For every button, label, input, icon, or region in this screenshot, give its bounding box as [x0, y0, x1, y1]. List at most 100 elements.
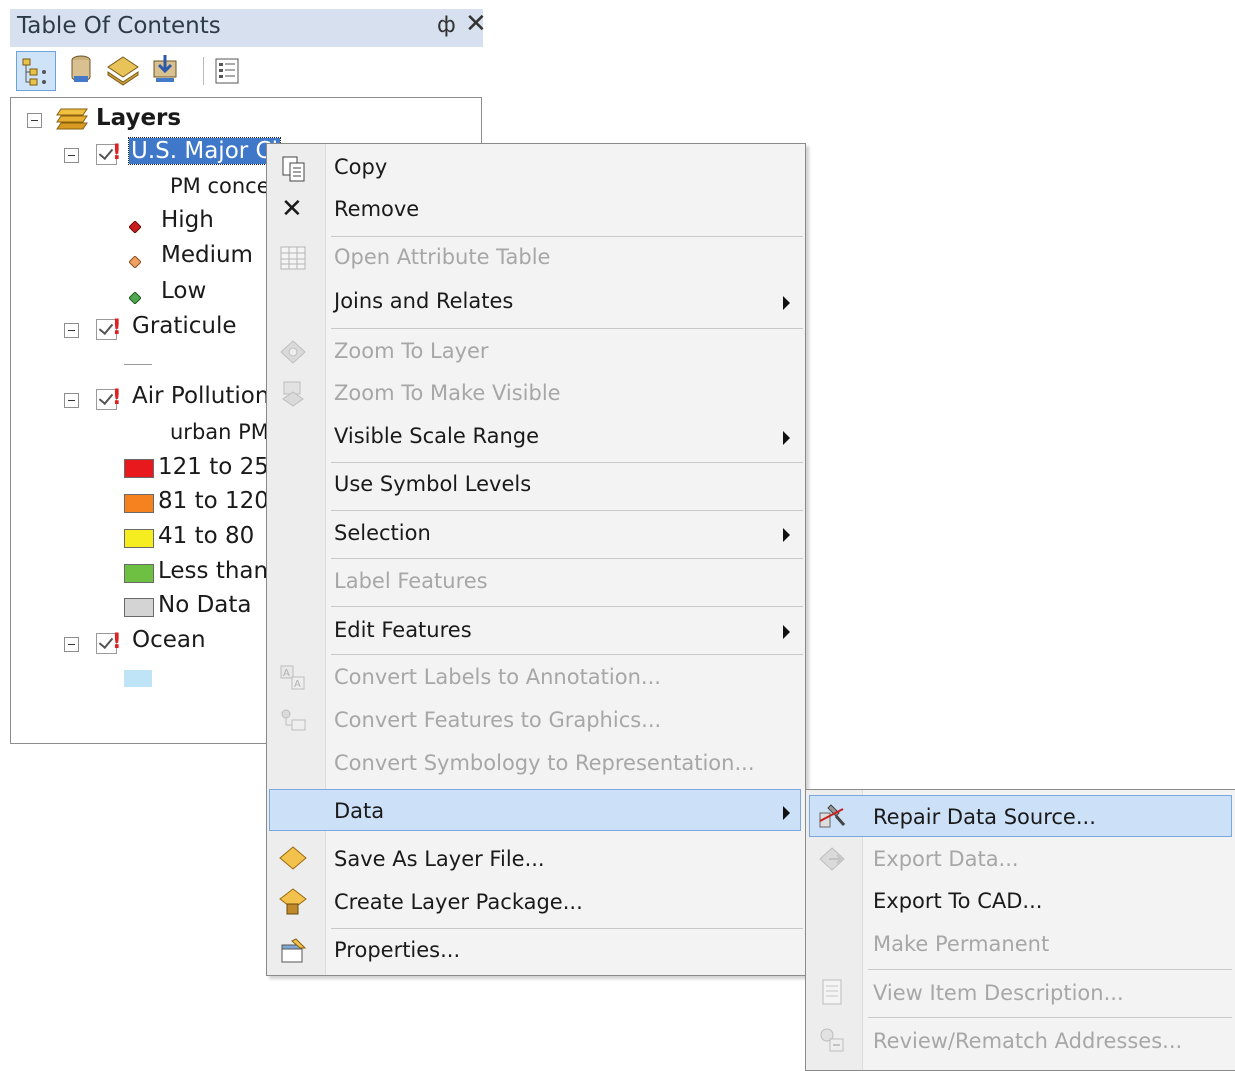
- menu-item-use-symbol-levels[interactable]: Use Symbol Levels: [334, 472, 531, 496]
- legend-label: No Data: [158, 592, 252, 618]
- broken-link-icon: !: [112, 385, 122, 409]
- menu-item-edit-features[interactable]: Edit Features: [334, 618, 472, 642]
- legend-label: High: [161, 207, 214, 233]
- broken-link-icon: !: [112, 140, 122, 164]
- copy-icon: [282, 156, 305, 182]
- menu-item-export-to-cad[interactable]: Export To CAD...: [873, 889, 1042, 913]
- menu-item-view-item-description: View Item Description...: [873, 981, 1124, 1005]
- export-data-icon: [819, 847, 845, 871]
- menu-item-convert-symbology: Convert Symbology to Representation...: [334, 751, 755, 775]
- submenu-arrow-icon: [783, 431, 790, 445]
- legend-swatch: [124, 598, 154, 617]
- menu-item-export-data: Export Data...: [873, 847, 1019, 871]
- layer-package-icon: [279, 888, 307, 915]
- rematch-addresses-icon: [820, 1028, 844, 1052]
- toc-toolbar: [10, 47, 483, 97]
- zoom-to-layer-icon: [280, 340, 306, 364]
- legend-label: 121 to 250: [158, 454, 284, 480]
- legend-label: 81 to 120: [158, 488, 269, 514]
- low-marker-icon: [128, 284, 142, 310]
- layer-name-ocean[interactable]: Ocean: [132, 627, 206, 653]
- legend-swatch: [124, 494, 154, 513]
- pin-icon[interactable]: ф: [437, 13, 456, 38]
- menu-item-save-as-layer-file[interactable]: Save As Layer File...: [334, 847, 545, 871]
- menu-separator: [868, 1017, 1232, 1018]
- menu-item-copy[interactable]: Copy: [334, 155, 387, 179]
- legend-label: Medium: [161, 242, 253, 268]
- medium-marker-icon: [128, 248, 142, 274]
- menu-item-data[interactable]: Data: [334, 799, 384, 823]
- zoom-visible-icon: [282, 381, 304, 407]
- svg-text:A: A: [294, 679, 301, 690]
- data-submenu: Repair Data Source... Export Data... Exp…: [805, 789, 1235, 1071]
- table-icon: [280, 246, 306, 270]
- menu-item-open-attribute-table: Open Attribute Table: [334, 245, 551, 269]
- properties-icon: [281, 938, 307, 963]
- menu-separator: [331, 928, 803, 929]
- convert-features-icon: [281, 709, 306, 731]
- menu-item-review-rematch-addresses: Review/Rematch Addresses...: [873, 1029, 1183, 1053]
- menu-item-repair-data-source[interactable]: Repair Data Source...: [873, 805, 1096, 829]
- layer-file-icon: [279, 846, 307, 870]
- menu-item-zoom-to-layer: Zoom To Layer: [334, 339, 489, 363]
- collapse-layer-toggle[interactable]: [64, 393, 79, 408]
- list-by-drawing-order-icon[interactable]: [16, 51, 56, 91]
- list-by-source-icon[interactable]: [62, 51, 102, 91]
- menu-separator: [331, 510, 803, 511]
- remove-icon: ✕: [281, 194, 303, 224]
- convert-labels-icon: A A: [280, 665, 305, 690]
- layer-context-menu: Copy ✕ Remove Open Attribute Table Joins…: [266, 143, 806, 976]
- menu-item-selection[interactable]: Selection: [334, 521, 431, 545]
- menu-item-properties[interactable]: Properties...: [334, 938, 460, 962]
- legend-swatch: [124, 459, 154, 478]
- toc-title-bar: Table Of Contents ф ✕: [10, 9, 487, 47]
- high-marker-icon: [128, 213, 142, 239]
- legend-label: 41 to 80: [158, 523, 255, 549]
- submenu-arrow-icon: [783, 806, 790, 820]
- toolbar-separator: [203, 57, 204, 85]
- collapse-layer-toggle[interactable]: [64, 637, 79, 652]
- layer-name-air-pollution[interactable]: Air Pollution: [132, 383, 269, 409]
- collapse-layers-toggle[interactable]: [27, 113, 42, 128]
- options-icon[interactable]: [208, 51, 248, 91]
- menu-item-visible-scale-range[interactable]: Visible Scale Range: [334, 424, 539, 448]
- broken-link-icon: !: [112, 629, 122, 653]
- menu-separator: [331, 462, 803, 463]
- menu-item-remove[interactable]: Remove: [334, 197, 419, 221]
- menu-separator: [331, 606, 803, 607]
- close-icon[interactable]: ✕: [465, 9, 487, 39]
- collapse-layer-toggle[interactable]: [64, 323, 79, 338]
- menu-item-convert-labels: Convert Labels to Annotation...: [334, 665, 661, 689]
- broken-link-icon: !: [112, 315, 122, 339]
- list-by-selection-icon[interactable]: [146, 51, 186, 91]
- ocean-fill-swatch: [124, 670, 152, 687]
- legend-heading: PM conce: [170, 174, 270, 198]
- collapse-layer-toggle[interactable]: [64, 148, 79, 163]
- gutter-divider: [325, 144, 326, 975]
- legend-swatch: [124, 529, 154, 548]
- layers-root-label[interactable]: Layers: [96, 105, 181, 131]
- layers-icon: [56, 108, 88, 130]
- toc-title: Table Of Contents: [17, 13, 221, 39]
- menu-separator: [331, 654, 803, 655]
- item-description-icon: [822, 979, 842, 1005]
- menu-separator: [331, 236, 803, 237]
- legend-label: Low: [161, 278, 207, 304]
- menu-item-label-features: Label Features: [334, 569, 488, 593]
- menu-separator: [331, 328, 803, 329]
- repair-data-source-icon: [819, 804, 846, 828]
- menu-item-zoom-to-make-visible: Zoom To Make Visible: [334, 381, 561, 405]
- menu-item-joins-and-relates[interactable]: Joins and Relates: [334, 289, 513, 313]
- legend-heading: urban PM: [170, 420, 269, 444]
- list-by-visibility-icon[interactable]: [104, 51, 144, 91]
- layer-name-graticule[interactable]: Graticule: [132, 313, 237, 339]
- menu-separator: [868, 969, 1232, 970]
- svg-text:A: A: [283, 668, 290, 679]
- submenu-arrow-icon: [783, 625, 790, 639]
- menu-item-make-permanent: Make Permanent: [873, 932, 1050, 956]
- submenu-arrow-icon: [783, 528, 790, 542]
- menu-item-create-layer-package[interactable]: Create Layer Package...: [334, 890, 583, 914]
- graticule-line-symbol: [124, 364, 152, 365]
- layer-name-us-major-cities[interactable]: U.S. Major Ci: [128, 137, 281, 165]
- submenu-arrow-icon: [783, 296, 790, 310]
